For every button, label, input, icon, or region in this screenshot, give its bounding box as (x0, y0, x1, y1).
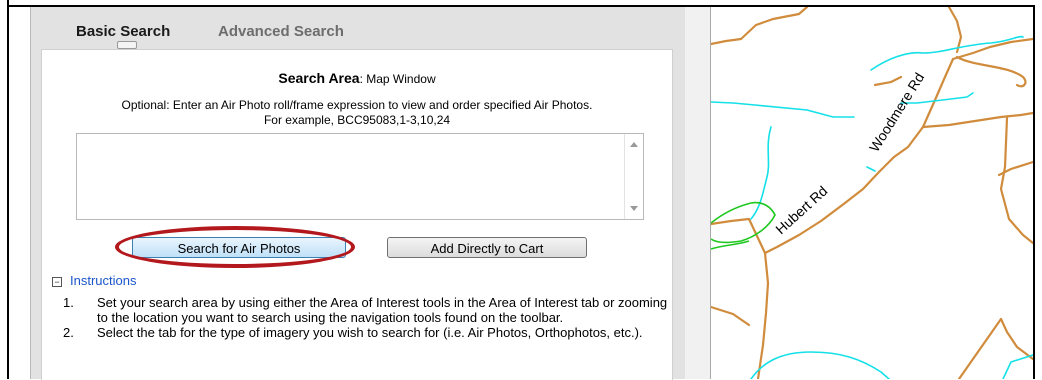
wetland (711, 201, 776, 250)
stream-mid (711, 101, 855, 118)
textarea-scrollbar[interactable] (624, 134, 643, 219)
map-window[interactable]: Woodmere Rd Hubert Rd (711, 7, 1033, 379)
basic-search-content: Search Area: Map Window Optional: Enter … (41, 49, 673, 380)
stream-bottom (750, 351, 890, 379)
road-top-branch (947, 7, 963, 54)
instructions-list: 1. Set your search area by using either … (60, 295, 670, 340)
add-directly-to-cart-button[interactable]: Add Directly to Cart (387, 237, 587, 258)
stream-top (870, 35, 1024, 71)
search-for-air-photos-button[interactable]: Search for Air Photos (132, 237, 346, 258)
road-top-loop (955, 55, 1027, 88)
stream-bottom-right (1002, 354, 1033, 379)
scroll-down-icon[interactable] (630, 206, 638, 211)
optional-line-1: Optional: Enter an Air Photo roll/frame … (121, 98, 593, 112)
step-number: 2. (63, 325, 74, 340)
map-canvas[interactable]: Woodmere Rd Hubert Rd (711, 7, 1033, 379)
panel-splitter[interactable] (685, 7, 711, 379)
roads (711, 7, 1033, 379)
road-right-drop (999, 116, 1033, 245)
optional-line-2: For example, BCC95083,1-3,10,24 (263, 113, 451, 127)
instructions-title[interactable]: Instructions (70, 273, 136, 288)
list-item: 1. Set your search area by using either … (60, 295, 670, 325)
road-upper-mid (873, 75, 903, 87)
search-area-label: Search Area (278, 70, 360, 86)
search-area-value: : Map Window (359, 72, 436, 86)
step-text: Set your search area by using either the… (97, 295, 668, 325)
road-bottom-left (711, 305, 751, 327)
window-border-left (7, 0, 9, 379)
instructions-header[interactable]: − Instructions (52, 273, 136, 288)
scroll-up-icon[interactable] (630, 142, 638, 147)
tab-advanced-search[interactable]: Advanced Search (218, 23, 344, 40)
road-right-bottom (999, 317, 1033, 361)
road-bottom-curve (957, 317, 1003, 379)
water (711, 35, 1033, 379)
tab-basic-search[interactable]: Basic Search (76, 23, 170, 40)
step-text: Select the tab for the type of imagery y… (97, 325, 643, 340)
road-label-woodmere: Woodmere Rd (866, 70, 927, 155)
step-number: 1. (63, 295, 74, 310)
list-item: 2. Select the tab for the type of imager… (60, 325, 670, 340)
stream-left (750, 126, 772, 220)
collapse-icon[interactable]: − (52, 276, 62, 287)
optional-instructions: Optional: Enter an Air Photo roll/frame … (42, 98, 672, 128)
road-right-lower (921, 111, 1033, 129)
tab-indicator (117, 41, 137, 49)
air-photo-expression-input[interactable] (76, 133, 644, 220)
window-border-right (1033, 5, 1035, 379)
road-label-hubert: Hubert Rd (772, 183, 830, 238)
stream-branch (866, 166, 876, 172)
search-area-line: Search Area: Map Window (42, 70, 672, 86)
road-top-left (711, 7, 809, 46)
